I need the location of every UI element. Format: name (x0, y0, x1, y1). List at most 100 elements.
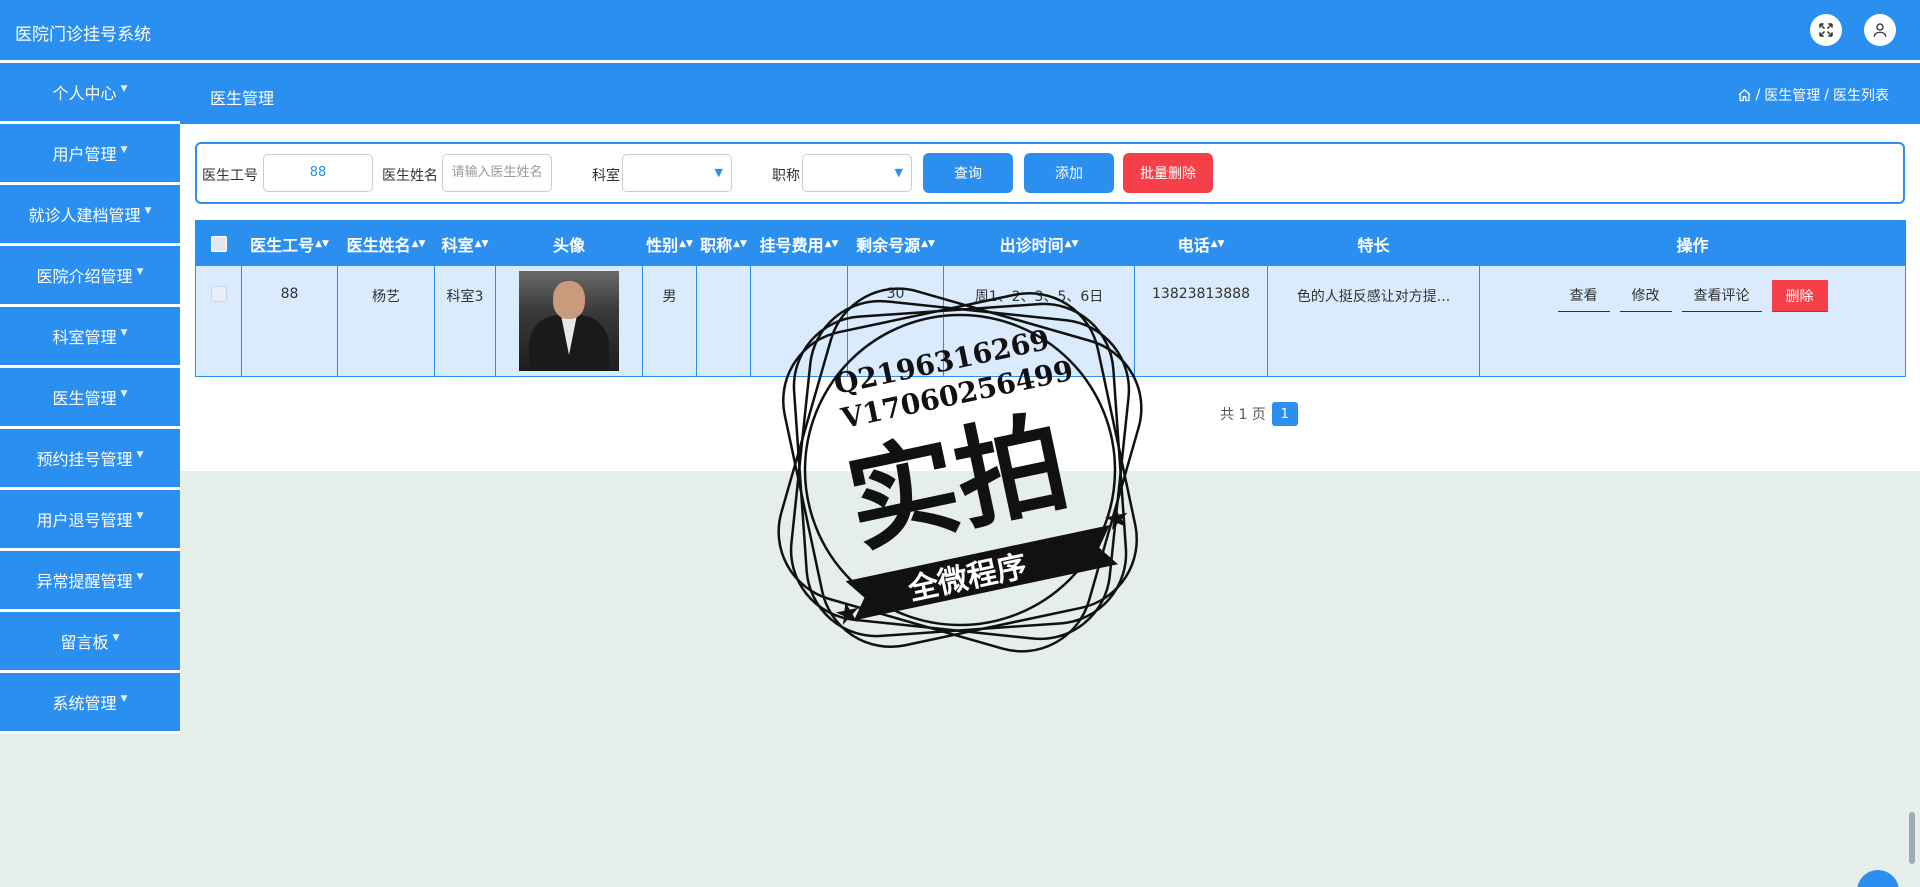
top-header: 医院门诊挂号系统 (0, 0, 1920, 60)
sidebar-item-department[interactable]: 科室管理 ▼ (0, 307, 180, 368)
sidebar-item-hospital-intro[interactable]: 医院介绍管理 ▼ (0, 246, 180, 307)
row-checkbox[interactable] (210, 286, 227, 302)
pagination: 共 1 页 1 (1220, 402, 1298, 426)
sidebar-item-label: 科室管理 (52, 328, 117, 347)
cell-actions: 查看 修改 查看评论 删除 (1480, 266, 1905, 376)
sort-icon: ▲▼ (474, 238, 489, 249)
search-form: 医生工号 88 医生姓名 请输入医生姓名 科室 ▼ 职称 ▼ 查询 添加 批量删… (195, 142, 1905, 204)
cell-doctor-name: 杨艺 (338, 266, 435, 376)
sort-icon: ▲▼ (1064, 238, 1079, 249)
delete-button[interactable]: 删除 (1771, 280, 1828, 312)
chevron-down-icon: ▼ (894, 166, 903, 179)
caret-down-icon: ▼ (120, 389, 128, 399)
caret-down-icon: ▼ (136, 267, 144, 277)
cell-fee (751, 266, 848, 376)
col-header[interactable]: 出诊时间 ▲▼ (944, 221, 1135, 266)
sort-icon: ▲▼ (315, 238, 329, 249)
user-avatar-button[interactable] (1864, 14, 1896, 46)
fullscreen-button[interactable] (1810, 14, 1842, 46)
sidebar-item-label: 用户退号管理 (36, 511, 133, 530)
page-button-current[interactable]: 1 (1271, 402, 1298, 426)
caret-down-icon: ▼ (144, 206, 152, 216)
batch-delete-button[interactable]: 批量删除 (1123, 153, 1213, 193)
col-header[interactable]: 医生工号 ▲▼ (242, 221, 338, 266)
col-header[interactable]: 医生姓名 ▲▼ (338, 221, 435, 266)
row-select-cell (196, 266, 242, 376)
select-all-checkbox[interactable] (210, 235, 227, 252)
floating-action-button[interactable] (1857, 870, 1899, 887)
pagination-total: 共 1 页 (1220, 407, 1266, 423)
table-row: 88 杨艺 科室3 男 30 周1、2、3、5、6日 13823813888 色… (196, 266, 1905, 376)
caret-down-icon: ▼ (120, 145, 128, 155)
cell-phone: 13823813888 (1135, 266, 1268, 376)
sidebar-item-message-board[interactable]: 留言板 ▼ (0, 612, 180, 673)
sidebar-item-refund[interactable]: 用户退号管理 ▼ (0, 490, 180, 551)
col-header[interactable]: 挂号费用 ▲▼ (751, 221, 848, 266)
dept-select[interactable]: ▼ (622, 154, 732, 192)
sidebar-item-label: 医生管理 (52, 389, 117, 408)
col-header: 特长 (1268, 221, 1480, 266)
view-comments-button[interactable]: 查看评论 (1681, 284, 1762, 312)
sidebar-item-system[interactable]: 系统管理 ▼ (0, 673, 180, 734)
table-header: 医生工号 ▲▼ 医生姓名 ▲▼ 科室 ▲▼ 头像 性别 ▲▼ 职称 ▲▼ 挂号费用 ▲▼ 剩… (196, 221, 1905, 266)
sidebar-item-label: 个人中心 (52, 84, 117, 103)
caret-down-icon: ▼ (112, 633, 120, 643)
cell-title (697, 266, 751, 376)
doctor-id-input[interactable]: 88 (263, 154, 373, 192)
doctor-avatar-image (519, 271, 619, 371)
col-header[interactable]: 剩余号源 ▲▼ (848, 221, 944, 266)
fullscreen-icon (1819, 23, 1833, 37)
cell-schedule: 周1、2、3、5、6日 (944, 266, 1135, 376)
view-button[interactable]: 查看 (1557, 284, 1610, 312)
sidebar-item-doctor[interactable]: 医生管理 ▼ (0, 368, 180, 429)
doctor-name-label: 医生姓名 (382, 168, 438, 184)
col-header[interactable]: 科室 ▲▼ (435, 221, 496, 266)
caret-down-icon: ▼ (120, 328, 128, 338)
sidebar-item-patient-records[interactable]: 就诊人建档管理 ▼ (0, 185, 180, 246)
col-header[interactable]: 职称 ▲▼ (697, 221, 751, 266)
add-button[interactable]: 添加 (1024, 153, 1114, 193)
col-header[interactable]: 性别 ▲▼ (643, 221, 697, 266)
col-header[interactable]: 电话 ▲▼ (1135, 221, 1268, 266)
breadcrumb-item[interactable]: 医生管理 (1764, 85, 1820, 105)
home-icon[interactable] (1737, 88, 1752, 103)
edit-button[interactable]: 修改 (1619, 284, 1672, 312)
sort-icon: ▲▼ (921, 238, 935, 249)
col-header: 操作 (1676, 235, 1709, 255)
query-button[interactable]: 查询 (923, 153, 1013, 193)
title-label: 职称 (772, 168, 800, 184)
watermark-ribbon: 全微程序 (904, 549, 1030, 608)
sidebar-item-appointment[interactable]: 预约挂号管理 ▼ (0, 429, 180, 490)
doctor-name-input[interactable]: 请输入医生姓名 (442, 154, 552, 192)
col-header: 头像 (496, 221, 643, 266)
user-icon (1873, 23, 1887, 37)
sort-icon: ▲▼ (733, 238, 747, 249)
star-icon: ★ (831, 594, 865, 634)
sidebar-item-label: 系统管理 (52, 694, 117, 713)
sidebar-item-alerts[interactable]: 异常提醒管理 ▼ (0, 551, 180, 612)
sidebar-item-label: 用户管理 (52, 145, 117, 164)
sidebar-item-label: 就诊人建档管理 (28, 206, 141, 225)
breadcrumb: / 医生管理 / 医生列表 (1737, 85, 1889, 105)
doctor-id-label: 医生工号 (202, 168, 258, 184)
dept-label: 科室 (592, 168, 620, 184)
sidebar-item-label: 异常提醒管理 (36, 572, 133, 591)
sort-icon: ▲▼ (1210, 238, 1225, 249)
sidebar-item-user-management[interactable]: 用户管理 ▼ (0, 124, 180, 185)
title-select[interactable]: ▼ (802, 154, 912, 192)
sidebar-item-personal-center[interactable]: 个人中心 ▼ (0, 63, 180, 124)
breadcrumb-separator: / (1824, 87, 1829, 103)
doctor-table: 医生工号 ▲▼ 医生姓名 ▲▼ 科室 ▲▼ 头像 性别 ▲▼ 职称 ▲▼ 挂号费用 ▲▼ 剩… (195, 220, 1906, 377)
caret-down-icon: ▼ (136, 450, 144, 460)
breadcrumb-item: 医生列表 (1833, 88, 1889, 104)
cell-doctor-id: 88 (242, 266, 338, 376)
chevron-down-icon: ▼ (714, 166, 723, 179)
scrollbar-thumb[interactable] (1909, 812, 1915, 864)
header-select-all (196, 221, 242, 266)
caret-down-icon: ▼ (120, 84, 128, 94)
sidebar-item-label: 预约挂号管理 (36, 450, 133, 469)
cell-specialty: 色的人挺反感让对方提... (1268, 266, 1480, 376)
sort-icon: ▲▼ (824, 238, 839, 249)
app-title: 医院门诊挂号系统 (15, 25, 151, 45)
cell-remaining: 30 (848, 266, 944, 376)
